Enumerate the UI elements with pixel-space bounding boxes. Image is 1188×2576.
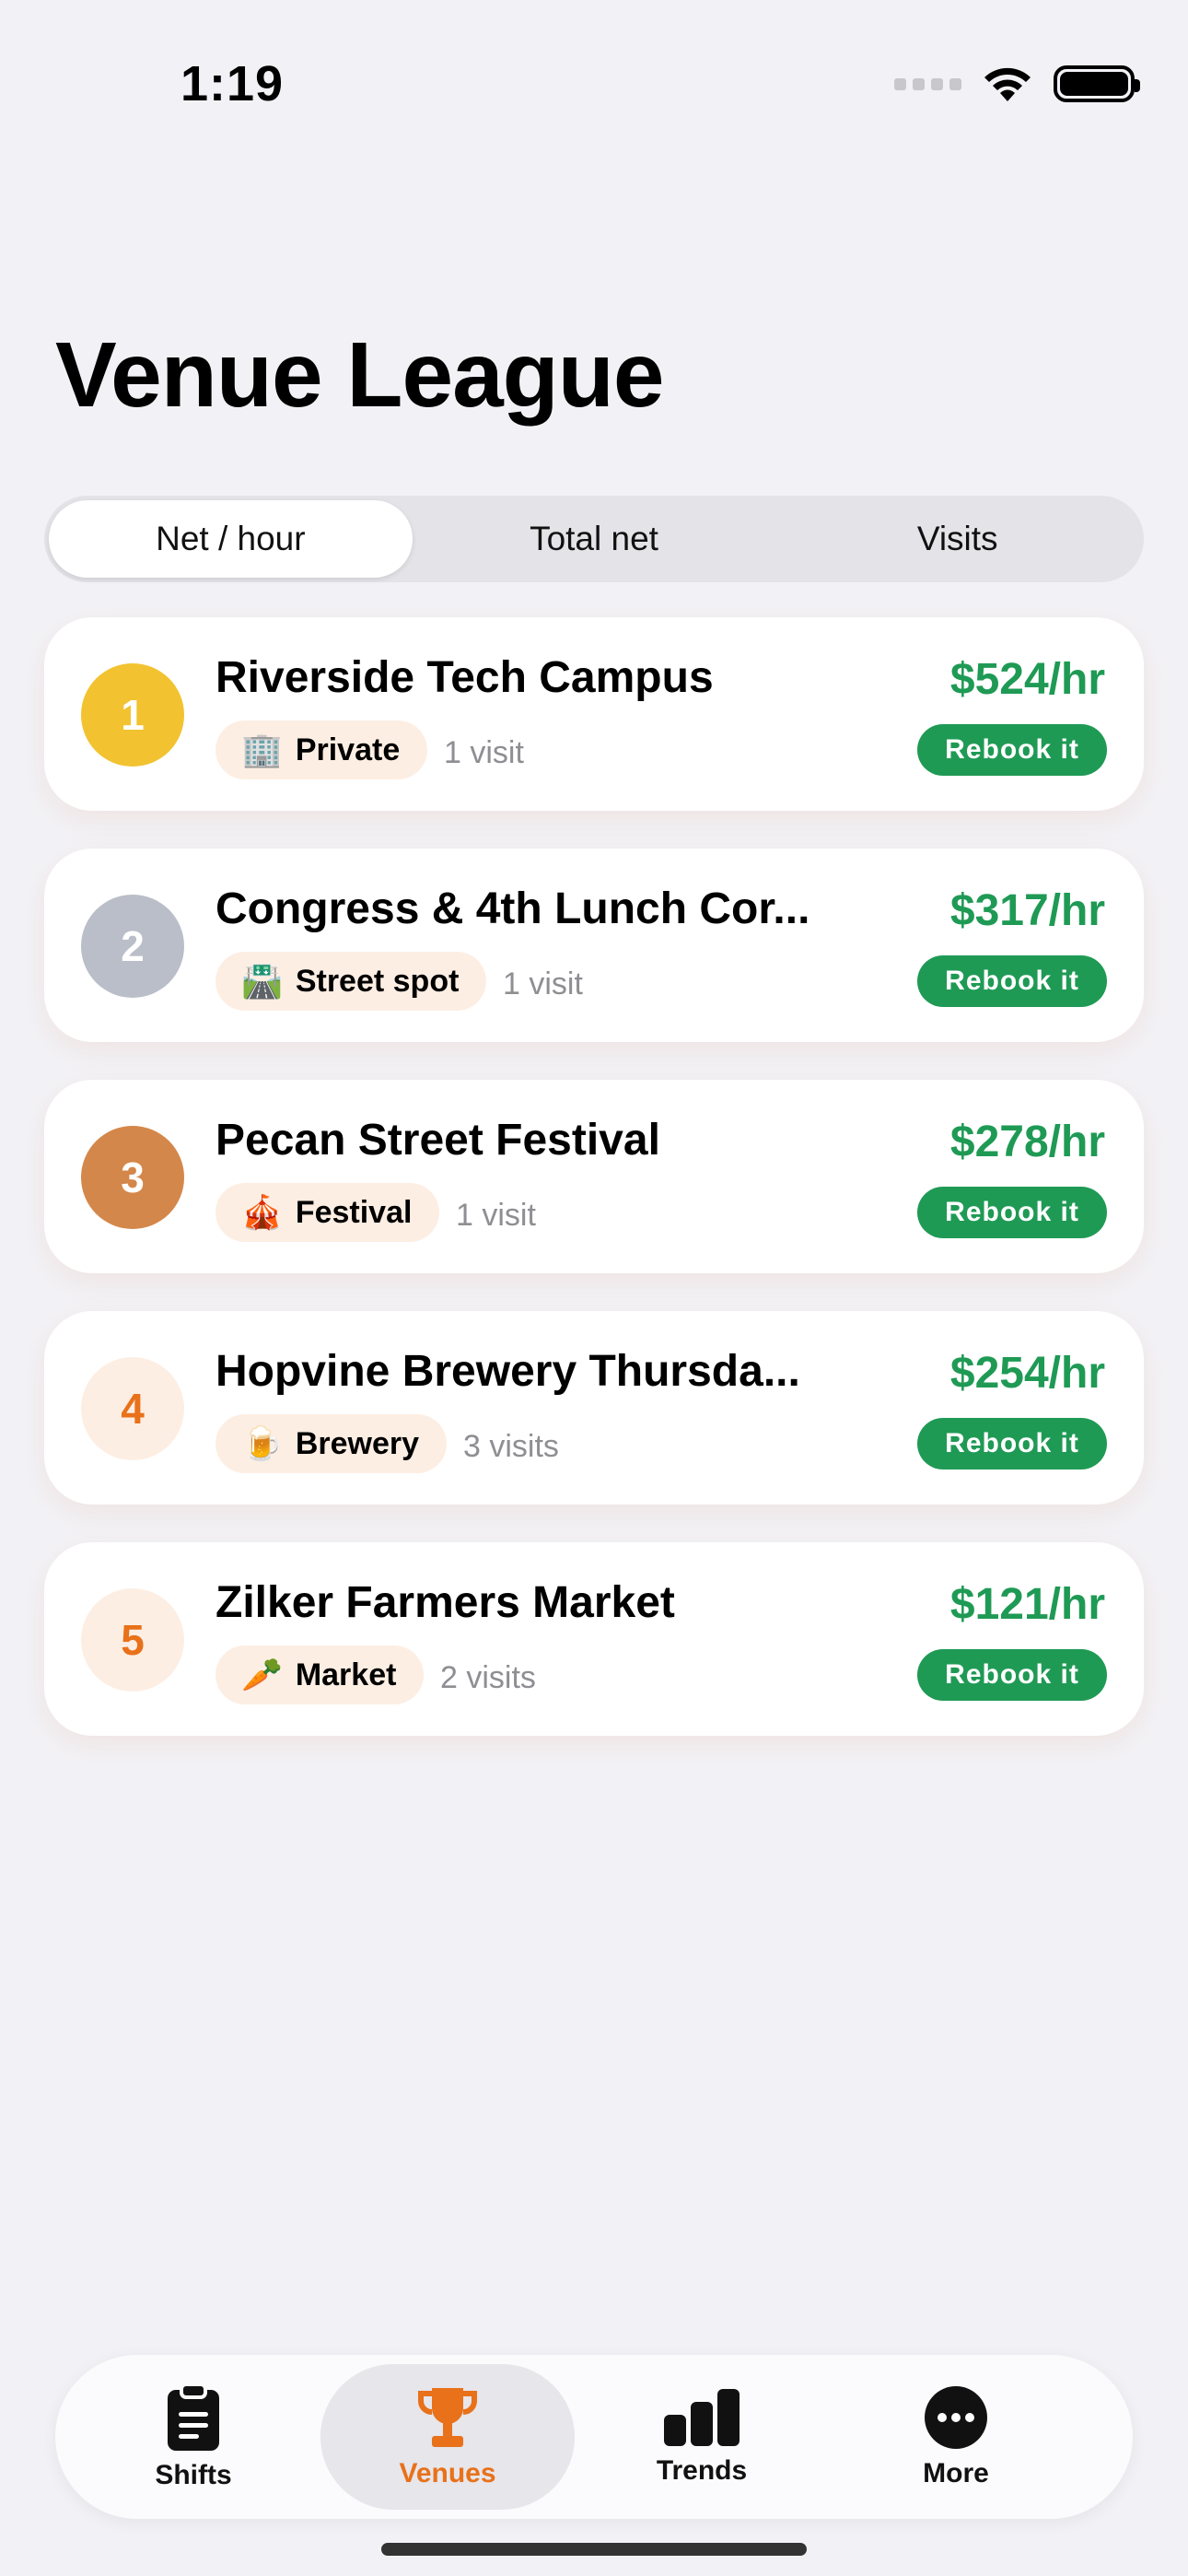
clipboard-icon <box>168 2383 219 2451</box>
rebook-button[interactable]: Rebook it <box>917 1418 1107 1469</box>
tab-shifts[interactable]: Shifts <box>66 2364 320 2510</box>
venue-type-icon: 🎪 <box>241 1193 283 1231</box>
tab-label: Trends <box>656 2455 748 2486</box>
venue-card[interactable]: 1 Riverside Tech Campus 🏢 Private 1 visit $52… <box>44 617 1144 811</box>
tab-label: Venues <box>399 2458 496 2488</box>
venue-type-icon: 🏢 <box>241 731 283 768</box>
tab-more[interactable]: More <box>829 2364 1083 2510</box>
visit-count: 3 visits <box>463 1429 559 1464</box>
status-indicators <box>894 64 1140 103</box>
screen: 1:19 Venue League Net / hour Total net V… <box>0 0 1188 2576</box>
venue-type-label: Brewery <box>295 1425 420 1461</box>
venue-type-chip: 🏢 Private <box>215 720 428 779</box>
venue-type-label: Market <box>295 1657 397 1692</box>
net-per-hour: $254/hr <box>949 1349 1105 1398</box>
rebook-button[interactable]: Rebook it <box>917 1187 1107 1238</box>
status-time: 1:19 <box>181 56 285 111</box>
rank-badge: 1 <box>81 663 184 767</box>
venue-type-icon: 🍺 <box>241 1424 283 1462</box>
net-per-hour: $121/hr <box>949 1580 1105 1629</box>
tab-label: Shifts <box>155 2460 232 2490</box>
venue-card[interactable]: 4 Hopvine Brewery Thursda... 🍺 Brewery 3 vis… <box>44 1311 1144 1505</box>
segment-visits[interactable]: Visits <box>775 500 1139 578</box>
venue-type-chip: 🎪 Festival <box>215 1183 440 1242</box>
rank-badge: 5 <box>81 1588 184 1692</box>
battery-icon <box>1054 65 1140 102</box>
visit-count: 1 visit <box>456 1198 536 1233</box>
venue-type-label: Festival <box>295 1194 413 1230</box>
venue-type-chip: 🛣️ Street spot <box>215 952 487 1011</box>
venue-name: Hopvine Brewery Thursda... <box>215 1347 800 1396</box>
net-per-hour: $278/hr <box>949 1118 1105 1166</box>
venue-type-icon: 🥕 <box>241 1656 283 1693</box>
cellular-signal-icon <box>894 77 961 90</box>
venue-type-label: Private <box>295 732 401 767</box>
visit-count: 2 visits <box>440 1660 536 1695</box>
net-per-hour: $317/hr <box>949 886 1105 935</box>
rank-badge: 2 <box>81 895 184 998</box>
venue-name: Riverside Tech Campus <box>215 653 714 702</box>
venue-type-chip: 🍺 Brewery <box>215 1414 448 1473</box>
segment-net-per-hour[interactable]: Net / hour <box>49 500 413 578</box>
rank-badge: 3 <box>81 1126 184 1229</box>
rebook-button[interactable]: Rebook it <box>917 724 1107 776</box>
tab-venues[interactable]: Venues <box>320 2364 575 2510</box>
trophy-icon <box>418 2388 477 2447</box>
venue-card[interactable]: 5 Zilker Farmers Market 🥕 Market 2 visits $12… <box>44 1542 1144 1736</box>
home-indicator <box>381 2543 807 2556</box>
rebook-button[interactable]: Rebook it <box>917 1649 1107 1701</box>
segment-total-net[interactable]: Total net <box>413 500 776 578</box>
net-per-hour: $524/hr <box>949 655 1105 704</box>
venue-type-chip: 🥕 Market <box>215 1645 425 1704</box>
venue-type-icon: 🛣️ <box>241 962 283 1000</box>
page-title: Venue League <box>55 323 664 427</box>
tab-label: More <box>923 2458 989 2488</box>
sort-segmented-control: Net / hour Total net Visits <box>44 496 1144 582</box>
venue-card[interactable]: 3 Pecan Street Festival 🎪 Festival 1 visit $2… <box>44 1080 1144 1273</box>
bar-chart-icon <box>664 2389 740 2446</box>
visit-count: 1 visit <box>503 966 583 1001</box>
venue-name: Pecan Street Festival <box>215 1116 660 1165</box>
visit-count: 1 visit <box>444 735 524 770</box>
more-icon <box>925 2386 987 2449</box>
venue-name: Zilker Farmers Market <box>215 1578 675 1627</box>
wifi-icon <box>984 67 1031 101</box>
venue-card[interactable]: 2 Congress & 4th Lunch Cor... 🛣️ Street spo… <box>44 849 1144 1042</box>
venue-type-label: Street spot <box>295 963 460 999</box>
tab-trends[interactable]: Trends <box>575 2364 829 2510</box>
venue-name: Congress & 4th Lunch Cor... <box>215 884 810 933</box>
rank-badge: 4 <box>81 1357 184 1460</box>
tab-bar: Shifts Venues Trends More <box>55 2355 1133 2519</box>
rebook-button[interactable]: Rebook it <box>917 955 1107 1007</box>
